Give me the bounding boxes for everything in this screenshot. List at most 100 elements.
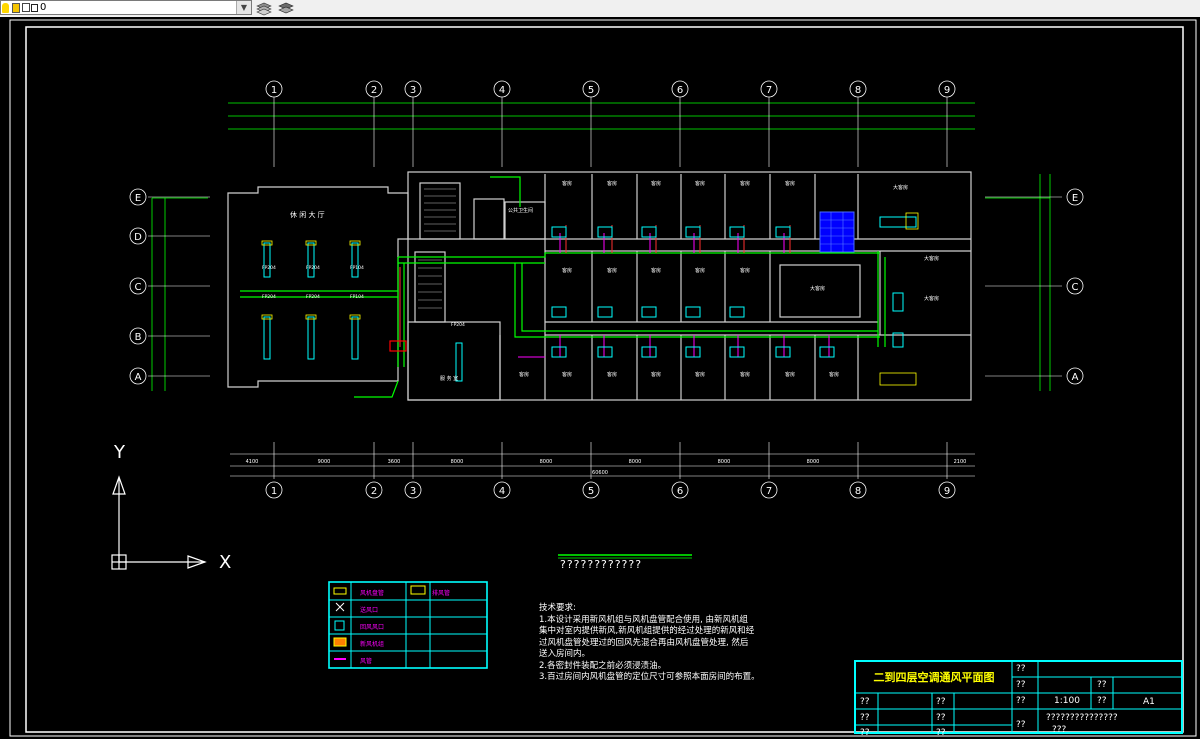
title-block-cell: ?? <box>1016 664 1026 674</box>
room-label: 客房 <box>785 181 796 187</box>
big-room-label: 大客房 <box>893 185 909 191</box>
sun-icon[interactable] <box>12 3 20 13</box>
room-label: 客房 <box>695 268 706 274</box>
title-block-cell: ?? <box>936 697 946 707</box>
column-marker: 6 <box>671 80 689 98</box>
fan-coil-label: FP204 <box>306 266 320 271</box>
title-block-cell: ?? <box>860 697 870 707</box>
title-block-cell: ?? <box>1016 696 1026 706</box>
row-marker: A <box>129 367 147 385</box>
row-marker: C <box>1066 277 1084 295</box>
room-label: 客房 <box>607 268 618 274</box>
fan-coil-label: FP204 <box>262 266 276 271</box>
row-marker: A <box>1066 367 1084 385</box>
room-label: 客房 <box>607 181 618 187</box>
column-marker: 7 <box>760 481 778 499</box>
ahu-unit <box>819 211 855 253</box>
title-block-cell: ?? <box>936 728 946 738</box>
fan-coil-label: FP104 <box>350 295 364 300</box>
column-marker-label: 4 <box>499 486 505 497</box>
column-marker: 1 <box>265 80 283 98</box>
fan-coil-label: FP204 <box>306 295 320 300</box>
dimension-text: 9000 <box>318 459 331 465</box>
legend-item-label: 风管 <box>360 658 373 665</box>
legend-item-label: 新风机组 <box>360 641 385 648</box>
column-marker: 3 <box>404 80 422 98</box>
column-marker: 8 <box>849 80 867 98</box>
title-block-cell: ?? <box>1097 680 1107 690</box>
title-block-cell: ?? <box>1016 680 1026 690</box>
x-axis-label: X <box>219 552 232 573</box>
big-room-label: 大客房 <box>924 296 940 302</box>
ucs-icon <box>111 475 207 570</box>
column-marker-label: 9 <box>944 85 950 96</box>
legend-table <box>328 581 488 669</box>
stair-hatch <box>418 188 456 309</box>
title-block-cell: ?? <box>860 728 870 738</box>
top-dimensions <box>228 102 975 130</box>
title-block-cell: ?? <box>1016 720 1026 730</box>
dimension-text: 8000 <box>629 459 642 465</box>
column-marker: 4 <box>493 80 511 98</box>
room-label: 客房 <box>829 372 840 378</box>
room-label: 客房 <box>562 181 573 187</box>
column-marker-label: 6 <box>677 85 683 96</box>
chevron-down-icon[interactable]: ▼ <box>236 1 251 14</box>
row-marker-label: C <box>1072 282 1079 293</box>
row-axis-markers-left: E D C B A <box>129 188 147 385</box>
legend-right-item: 排风管 <box>432 590 451 597</box>
layer-states-button[interactable] <box>277 0 295 16</box>
column-marker: 2 <box>365 80 383 98</box>
lock-icon[interactable] <box>22 3 30 12</box>
dimension-text: 8000 <box>451 459 464 465</box>
column-marker-label: 3 <box>410 85 416 96</box>
stair-label: 公共卫生间 <box>508 208 534 214</box>
row-marker-label: A <box>135 372 142 383</box>
row-marker-label: E <box>1072 193 1078 204</box>
notes-heading: 技术要求: <box>539 603 576 613</box>
fan-coil-label: FP104 <box>350 266 364 271</box>
title-block-cell: A1 <box>1143 697 1155 707</box>
room-label: 客房 <box>740 372 751 378</box>
top-toolbar: 0 ▼ <box>0 0 1200 18</box>
note-line: 集中对室内提供新风,新风机组提供的经过处理的新风和经 <box>539 626 755 636</box>
fresh-air-duct <box>240 176 886 398</box>
title-block-cell: 1:100 <box>1054 696 1080 706</box>
building-walls <box>227 171 972 401</box>
room-label: 客房 <box>785 372 796 378</box>
column-marker-label: 4 <box>499 85 505 96</box>
column-marker-label: 3 <box>410 486 416 497</box>
layer-combobox[interactable]: 0 ▼ <box>0 0 252 15</box>
room-label: 客房 <box>740 181 751 187</box>
layer-previous-button[interactable] <box>255 0 273 16</box>
hall-name: 休 闲 大 厅 <box>290 211 325 219</box>
row-marker: C <box>129 277 147 295</box>
dimension-text: 2100 <box>954 459 967 465</box>
column-marker-label: 5 <box>588 486 594 497</box>
supply-air-branches <box>399 225 791 347</box>
top-grid-ticks <box>273 97 948 167</box>
service-room-label: 服 务 室 <box>440 376 459 382</box>
bulb-icon[interactable] <box>2 3 9 13</box>
column-marker-label: 2 <box>371 85 377 96</box>
row-marker: D <box>129 227 147 245</box>
title-block-cell: ?? <box>1097 696 1107 706</box>
room-label: 客房 <box>519 372 530 378</box>
legend-item-label: 回风风口 <box>360 624 385 631</box>
dimension-text: 4100 <box>246 459 259 465</box>
column-marker-label: 7 <box>766 486 772 497</box>
drawing-canvas[interactable]: 1 2 3 4 5 6 7 8 9 1 2 3 4 5 6 7 8 9 E D C B A E C A 4100 9000 36… <box>0 17 1200 739</box>
technical-notes: 技术要求: 1.本设计采用新风机组与风机盘管配合使用, 由新风机组 集中对室内提供… <box>539 603 799 684</box>
column-marker-label: 7 <box>766 85 772 96</box>
fan-coil-label: FP204 <box>262 295 276 300</box>
dimension-text: 8000 <box>718 459 731 465</box>
row-marker-label: E <box>135 193 141 204</box>
column-marker: 4 <box>493 481 511 499</box>
title-block-cell: ??????????????? <box>1046 713 1118 723</box>
column-marker: 5 <box>582 481 600 499</box>
drawing-title: 二到四层空调通风平面图 <box>873 671 995 684</box>
column-marker: 2 <box>365 481 383 499</box>
color-swatch-icon <box>31 4 38 12</box>
y-axis-label: Y <box>114 442 125 463</box>
side-dimensions <box>151 174 1051 391</box>
